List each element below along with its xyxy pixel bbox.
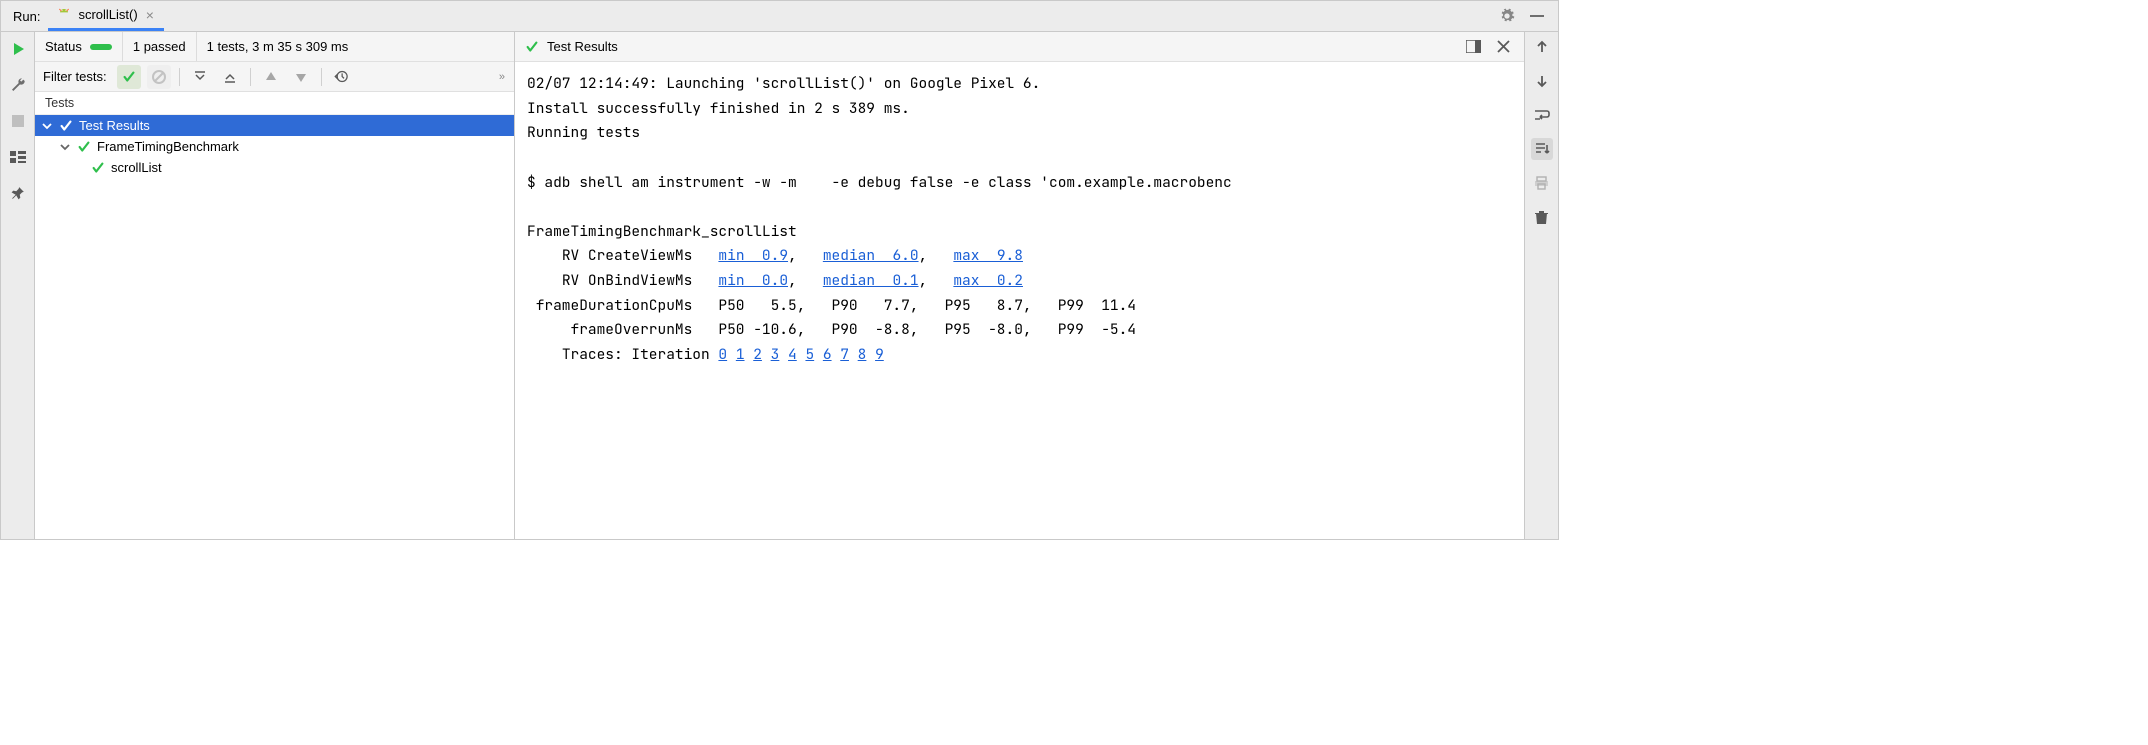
arrow-up-icon[interactable]	[1531, 36, 1553, 58]
status-label: Status	[45, 39, 82, 54]
pass-icon	[59, 119, 73, 133]
run-label: Run:	[5, 9, 48, 24]
metric-max-link[interactable]: max 0.2	[953, 271, 1023, 290]
test-tree-panel: Status 1 passed 1 tests, 3 m 35 s 309 ms…	[35, 32, 515, 539]
next-test-icon[interactable]	[289, 65, 313, 89]
show-passed-toggle[interactable]	[117, 65, 141, 89]
left-toolbar	[1, 32, 35, 539]
tree-node-label: scrollList	[111, 160, 162, 175]
tree-node-class[interactable]: FrameTimingBenchmark	[35, 136, 514, 157]
android-icon	[56, 7, 72, 23]
console-line: FrameTimingBenchmark_scrollList	[527, 222, 797, 241]
trace-iteration-link[interactable]: 0	[718, 345, 727, 364]
console-line: $ adb shell am instrument -w -m -e debug…	[527, 173, 1232, 192]
status-total: 1 tests, 3 m 35 s 309 ms	[207, 39, 349, 54]
tree-header: Tests	[35, 92, 514, 115]
metric-median-link[interactable]: median 0.1	[823, 271, 919, 290]
tree-node-results[interactable]: Test Results	[35, 115, 514, 136]
arrow-down-icon[interactable]	[1531, 70, 1553, 92]
console-line: 02/07 12:14:49: Launching 'scrollList()'…	[527, 74, 1040, 93]
view-mode-icon[interactable]	[1462, 36, 1484, 58]
status-passed: 1 passed	[133, 39, 186, 54]
history-icon[interactable]	[330, 65, 354, 89]
soft-wrap-icon[interactable]	[1531, 104, 1553, 126]
console-panel: Test Results 02/07 12:14:49: Launching '…	[515, 32, 1558, 539]
tree-node-label: FrameTimingBenchmark	[97, 139, 239, 154]
trace-iteration-link[interactable]: 8	[858, 345, 867, 364]
trace-iteration-link[interactable]: 7	[840, 345, 849, 364]
close-console-icon[interactable]	[1492, 36, 1514, 58]
trace-iteration-link[interactable]: 1	[736, 345, 745, 364]
console-title: Test Results	[547, 39, 618, 54]
tab-label: scrollList()	[78, 7, 137, 22]
trash-icon[interactable]	[1531, 206, 1553, 228]
metric-max-link[interactable]: max 9.8	[953, 246, 1023, 265]
status-pass-indicator	[90, 44, 112, 50]
metric-min-link[interactable]: min 0.0	[718, 271, 788, 290]
status-bar: Status 1 passed 1 tests, 3 m 35 s 309 ms	[35, 32, 514, 62]
run-tab-scrolllist[interactable]: scrollList() ×	[48, 1, 163, 31]
settings-icon[interactable]	[1496, 5, 1518, 27]
console-output[interactable]: 02/07 12:14:49: Launching 'scrollList()'…	[515, 62, 1524, 539]
filter-toolbar: Filter tests:	[35, 62, 514, 92]
metric-median-link[interactable]: median 6.0	[823, 246, 919, 265]
pass-icon	[525, 40, 539, 54]
test-tree[interactable]: Test Results FrameTimingBenchmark scroll…	[35, 115, 514, 539]
metric-label: RV CreateViewMs	[562, 246, 693, 265]
more-icon[interactable]: »	[499, 71, 506, 83]
wrench-icon[interactable]	[7, 74, 29, 96]
chevron-down-icon	[41, 120, 53, 132]
expand-all-icon[interactable]	[188, 65, 212, 89]
run-icon[interactable]	[7, 38, 29, 60]
chevron-down-icon	[59, 141, 71, 153]
console-line: Running tests	[527, 123, 640, 142]
trace-iteration-link[interactable]: 9	[875, 345, 884, 364]
traces-label: Traces: Iteration	[562, 345, 710, 364]
tree-node-label: Test Results	[79, 118, 150, 133]
print-icon[interactable]	[1531, 172, 1553, 194]
pass-icon	[77, 140, 91, 154]
minimize-icon[interactable]	[1526, 5, 1548, 27]
trace-iteration-link[interactable]: 5	[805, 345, 814, 364]
trace-iteration-link[interactable]: 3	[771, 345, 780, 364]
pass-icon	[91, 161, 105, 175]
show-ignored-toggle[interactable]	[147, 65, 171, 89]
layout-icon[interactable]	[7, 146, 29, 168]
right-toolbar	[1524, 32, 1558, 539]
metric-label: RV OnBindViewMs	[562, 271, 693, 290]
trace-iteration-link[interactable]: 4	[788, 345, 797, 364]
close-icon[interactable]: ×	[144, 7, 156, 23]
pin-icon[interactable]	[7, 182, 29, 204]
console-line: Install successfully finished in 2 s 389…	[527, 99, 910, 118]
scroll-to-end-icon[interactable]	[1531, 138, 1553, 160]
console-line: frameDurationCpuMs P50 5.5, P90 7.7, P95…	[527, 296, 1136, 315]
console-line: frameOverrunMs P50 -10.6, P90 -8.8, P95 …	[527, 320, 1136, 339]
prev-test-icon[interactable]	[259, 65, 283, 89]
trace-iteration-link[interactable]: 6	[823, 345, 832, 364]
filter-label: Filter tests:	[43, 69, 111, 84]
tab-bar: Run: scrollList() ×	[1, 1, 1558, 32]
run-panel: Run: scrollList() ×	[0, 0, 1559, 540]
collapse-all-icon[interactable]	[218, 65, 242, 89]
console-header: Test Results	[515, 32, 1524, 62]
trace-iteration-link[interactable]: 2	[753, 345, 762, 364]
tree-node-test[interactable]: scrollList	[35, 157, 514, 178]
stop-icon[interactable]	[7, 110, 29, 132]
metric-min-link[interactable]: min 0.9	[718, 246, 788, 265]
